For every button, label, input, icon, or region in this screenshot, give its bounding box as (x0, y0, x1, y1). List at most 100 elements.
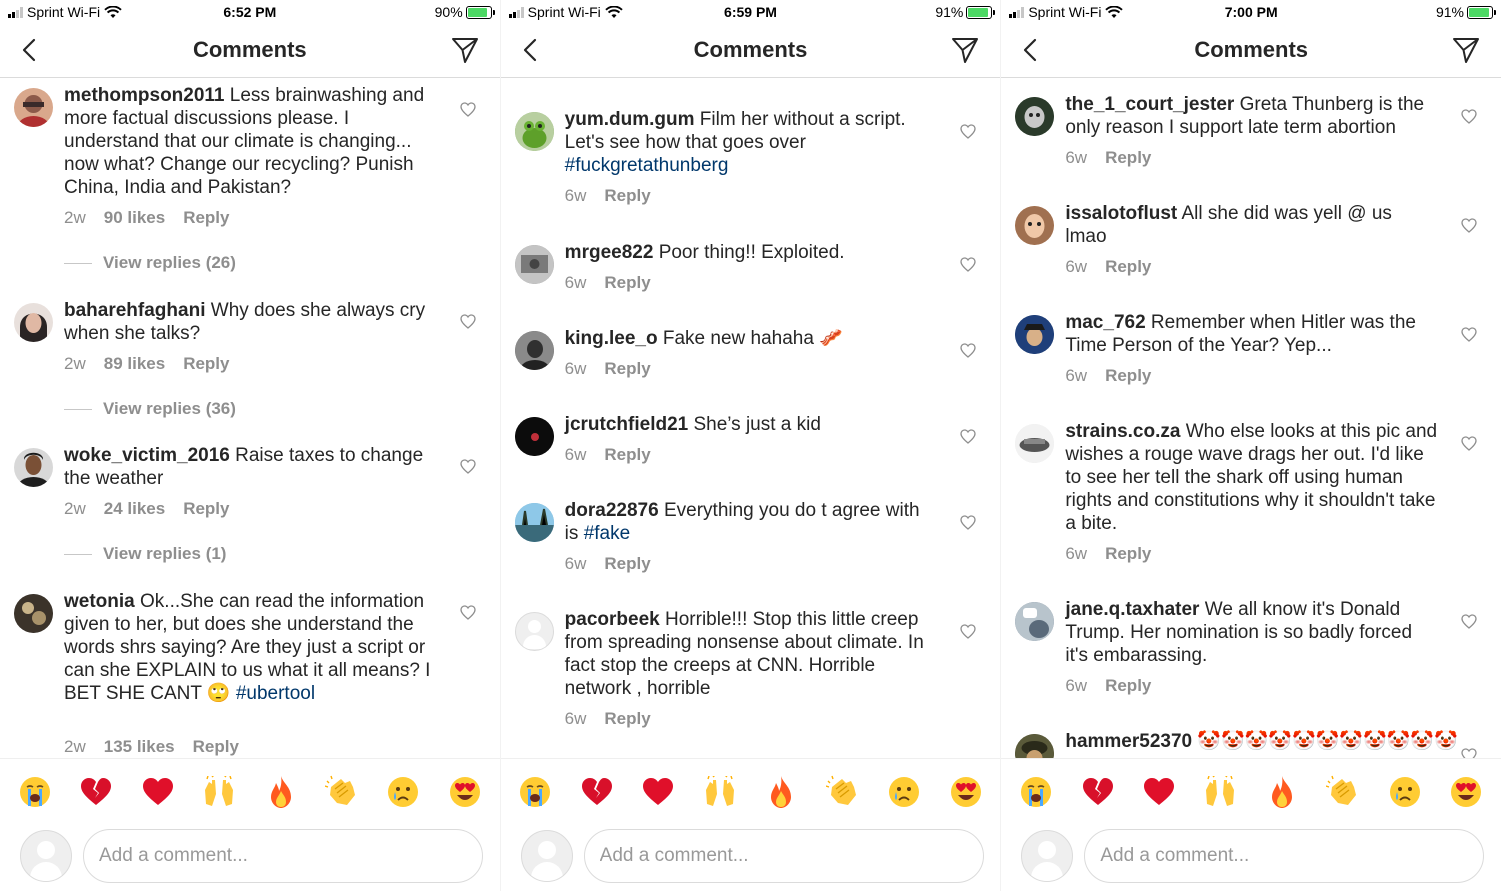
likes-count[interactable]: 89 likes (104, 354, 165, 373)
comment-username[interactable]: strains.co.za (1065, 421, 1180, 442)
view-replies-link[interactable]: View replies (1) (64, 544, 226, 564)
emoji-clapping-hands[interactable] (323, 773, 361, 811)
view-replies-link[interactable]: View replies (26) (64, 253, 236, 273)
likes-count[interactable]: 135 likes (104, 737, 175, 756)
like-heart-icon[interactable] (1461, 218, 1477, 233)
emoji-red-heart[interactable] (139, 773, 177, 811)
like-heart-icon[interactable] (960, 624, 976, 639)
reply-button[interactable]: Reply (604, 445, 650, 464)
like-heart-icon[interactable] (960, 124, 976, 139)
comment-list[interactable]: yum.dum.gum Film her without a script. L… (501, 78, 1001, 758)
like-heart-icon[interactable] (960, 343, 976, 358)
emoji-clapping-hands[interactable] (824, 773, 862, 811)
emoji-heart-eyes[interactable] (1447, 773, 1485, 811)
emoji-red-heart[interactable] (639, 773, 677, 811)
reply-button[interactable]: Reply (1105, 148, 1151, 167)
reply-button[interactable]: Reply (1105, 366, 1151, 385)
emoji-broken-heart[interactable] (578, 773, 616, 811)
comment-list[interactable]: methompson2011 Less brainwashing and mor… (0, 78, 500, 758)
reply-button[interactable]: Reply (193, 737, 239, 756)
comment-username[interactable]: mrgee822 (565, 242, 654, 263)
comment-username[interactable]: pacorbeek (565, 609, 660, 630)
emoji-fire[interactable] (762, 773, 800, 811)
direct-share-icon[interactable] (450, 35, 480, 65)
reply-button[interactable]: Reply (1105, 257, 1151, 276)
reply-button[interactable]: Reply (183, 208, 229, 227)
like-heart-icon[interactable] (1461, 436, 1477, 451)
like-heart-icon[interactable] (460, 314, 476, 329)
emoji-fire[interactable] (1263, 773, 1301, 811)
like-heart-icon[interactable] (960, 257, 976, 272)
add-comment-input[interactable] (1084, 829, 1485, 883)
emoji-heart-eyes[interactable] (446, 773, 484, 811)
comment-list[interactable]: the_1_court_jester Greta Thunberg is the… (1001, 78, 1501, 758)
reply-button[interactable]: Reply (604, 186, 650, 205)
reply-button[interactable]: Reply (1105, 544, 1151, 563)
emoji-crying-face[interactable] (1386, 773, 1424, 811)
emoji-raising-hands[interactable] (200, 773, 238, 811)
avatar[interactable] (14, 448, 53, 487)
avatar[interactable] (1015, 206, 1055, 245)
comment-username[interactable]: methompson2011 (64, 85, 225, 106)
emoji-fire[interactable] (262, 773, 300, 811)
avatar[interactable] (1015, 734, 1055, 758)
likes-count[interactable]: 90 likes (104, 208, 165, 227)
emoji-heart-eyes[interactable] (947, 773, 985, 811)
view-replies-link[interactable]: View replies (36) (64, 399, 236, 419)
direct-share-icon[interactable] (1451, 35, 1481, 65)
direct-share-icon[interactable] (950, 35, 980, 65)
avatar[interactable] (1015, 602, 1055, 641)
hashtag-link[interactable]: #fuckgretathunberg (565, 155, 729, 176)
comment-username[interactable]: jane.q.taxhater (1065, 599, 1199, 620)
emoji-raising-hands[interactable] (701, 773, 739, 811)
emoji-loudly-crying-face[interactable] (516, 773, 554, 811)
avatar[interactable] (14, 594, 53, 633)
avatar[interactable] (1015, 424, 1055, 463)
hashtag-link[interactable]: #fake (584, 523, 630, 544)
avatar[interactable] (514, 331, 554, 370)
avatar[interactable] (514, 245, 554, 284)
comment-username[interactable]: woke_victim_2016 (64, 445, 230, 466)
reply-button[interactable]: Reply (604, 554, 650, 573)
reply-button[interactable]: Reply (183, 354, 229, 373)
like-heart-icon[interactable] (1461, 327, 1477, 342)
avatar[interactable] (14, 88, 53, 127)
like-heart-icon[interactable] (460, 459, 476, 474)
like-heart-icon[interactable] (960, 515, 976, 530)
reply-button[interactable]: Reply (183, 499, 229, 518)
reply-button[interactable]: Reply (604, 359, 650, 378)
avatar[interactable] (514, 112, 554, 151)
like-heart-icon[interactable] (460, 102, 476, 117)
emoji-broken-heart[interactable] (1079, 773, 1117, 811)
like-heart-icon[interactable] (960, 429, 976, 444)
hashtag-link[interactable]: #ubertool (236, 683, 315, 704)
like-heart-icon[interactable] (1461, 614, 1477, 629)
comment-username[interactable]: the_1_court_jester (1065, 94, 1234, 115)
reply-button[interactable]: Reply (1105, 676, 1151, 695)
emoji-loudly-crying-face[interactable] (16, 773, 54, 811)
comment-username[interactable]: mac_762 (1065, 312, 1145, 333)
comment-username[interactable]: wetonia (64, 591, 135, 612)
comment-username[interactable]: issalotoflust (1065, 203, 1177, 224)
comment-username[interactable]: dora22876 (565, 500, 659, 521)
comment-username[interactable]: baharehfaghani (64, 300, 205, 321)
like-heart-icon[interactable] (1461, 748, 1477, 758)
likes-count[interactable]: 24 likes (104, 499, 165, 518)
emoji-raising-hands[interactable] (1201, 773, 1239, 811)
comment-username[interactable]: hammer52370 (1065, 731, 1192, 752)
add-comment-input[interactable] (83, 829, 483, 883)
emoji-red-heart[interactable] (1140, 773, 1178, 811)
emoji-broken-heart[interactable] (77, 773, 115, 811)
reply-button[interactable]: Reply (604, 273, 650, 292)
add-comment-input[interactable] (583, 829, 984, 883)
avatar[interactable] (1015, 97, 1055, 136)
comment-username[interactable]: yum.dum.gum (565, 109, 695, 130)
emoji-crying-face[interactable] (885, 773, 923, 811)
like-heart-icon[interactable] (1461, 109, 1477, 124)
avatar[interactable] (514, 503, 554, 542)
comment-username[interactable]: jcrutchfield21 (565, 414, 689, 435)
avatar[interactable] (1015, 315, 1055, 354)
emoji-clapping-hands[interactable] (1324, 773, 1362, 811)
avatar[interactable] (14, 303, 53, 342)
emoji-crying-face[interactable] (384, 773, 422, 811)
